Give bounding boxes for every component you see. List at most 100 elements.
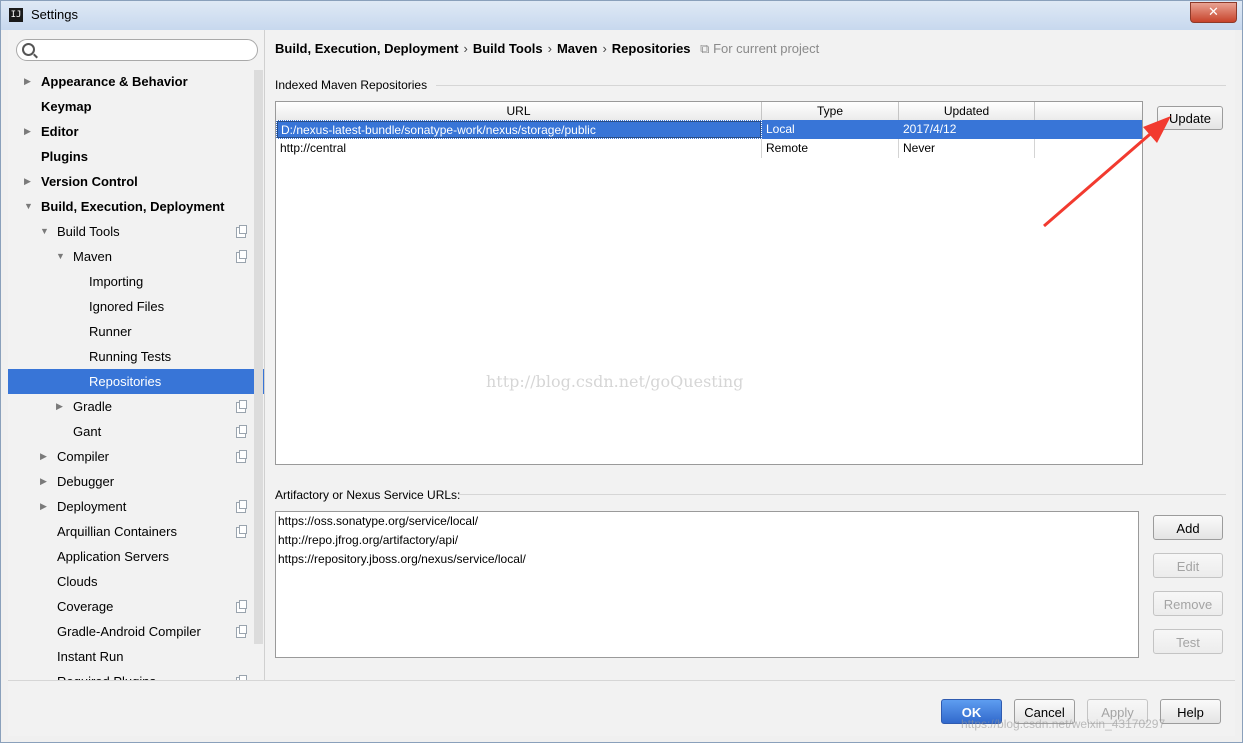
expand-right-icon[interactable]: ▶ [24, 169, 31, 194]
table-row[interactable]: D:/nexus-latest-bundle/sonatype-work/nex… [276, 120, 1142, 139]
sidebar-item-label: Keymap [41, 99, 92, 114]
sidebar-item-keymap[interactable]: Keymap [8, 94, 264, 119]
project-settings-icon [236, 425, 247, 438]
sidebar-item-maven[interactable]: ▼ Maven [8, 244, 264, 269]
sidebar-item-running-tests[interactable]: Running Tests [8, 344, 264, 369]
list-item[interactable]: https://oss.sonatype.org/service/local/ [278, 512, 478, 531]
remove-url-button[interactable]: Remove [1153, 591, 1223, 616]
sidebar-item-ignored-files[interactable]: Ignored Files [8, 294, 264, 319]
column-header-url[interactable]: URL [276, 102, 762, 120]
expand-right-icon[interactable]: ▶ [24, 119, 31, 144]
project-settings-icon [236, 225, 247, 238]
sidebar-item-compiler[interactable]: ▶ Compiler [8, 444, 264, 469]
title-bar[interactable]: IJ Settings ✕ [1, 1, 1242, 30]
breadcrumb: Build, Execution, Deployment › Build Tools… [275, 41, 819, 57]
service-urls-list[interactable]: https://oss.sonatype.org/service/local/ … [275, 511, 1139, 658]
project-settings-icon [236, 450, 247, 463]
sidebar-item-label: Maven [73, 249, 113, 264]
sidebar-item-label: Runner [89, 324, 132, 339]
cell-url: http://central [276, 139, 762, 158]
add-url-button[interactable]: Add [1153, 515, 1223, 540]
intellij-app-icon: IJ [9, 8, 23, 22]
sidebar-item-debugger[interactable]: ▶ Debugger [8, 469, 264, 494]
settings-window: IJ Settings ✕ ▶ Appearance & Behavior Keym… [0, 0, 1243, 743]
sidebar-item-version-control[interactable]: ▶ Version Control [8, 169, 264, 194]
expand-down-icon[interactable]: ▼ [24, 194, 33, 219]
window-title: Settings [31, 7, 78, 22]
list-item[interactable]: https://repository.jboss.org/nexus/servi… [278, 550, 526, 569]
sidebar-item-label: Instant Run [57, 649, 124, 664]
expand-right-icon[interactable]: ▶ [40, 494, 47, 519]
sidebar-item-label: Build, Execution, Deployment [41, 199, 225, 214]
column-header-extra [1035, 102, 1142, 120]
sidebar-item-plugins[interactable]: Plugins [8, 144, 264, 169]
sidebar-item-application-servers[interactable]: Application Servers [8, 544, 264, 569]
project-settings-icon [236, 400, 247, 413]
sidebar-item-gradle[interactable]: ▶ Gradle [8, 394, 264, 419]
indexed-repos-divider [436, 85, 1226, 86]
sidebar-item-arquillian-containers[interactable]: Arquillian Containers [8, 519, 264, 544]
cell-updated: 2017/4/12 [903, 122, 957, 136]
expand-right-icon[interactable]: ▶ [40, 469, 47, 494]
sidebar-item-repositories[interactable]: Repositories [8, 369, 264, 394]
close-window-button[interactable]: ✕ [1190, 2, 1237, 23]
update-button[interactable]: Update [1157, 106, 1223, 130]
sidebar-item-required-plugins[interactable]: Required Plugins [8, 669, 264, 680]
breadcrumb-item-repositories: Repositories [611, 41, 691, 56]
list-item[interactable]: http://repo.jfrog.org/artifactory/api/ [278, 531, 458, 550]
sidebar-item-deployment[interactable]: ▶ Deployment [8, 494, 264, 519]
sidebar-item-label: Clouds [57, 574, 98, 589]
settings-search-input[interactable] [16, 39, 258, 61]
sidebar-item-clouds[interactable]: Clouds [8, 569, 264, 594]
sidebar-item-gant[interactable]: Gant [8, 419, 264, 444]
project-settings-icon [236, 500, 247, 513]
sidebar-item-label: Coverage [57, 599, 114, 614]
sidebar-item-label: Gradle [73, 399, 113, 414]
project-scope-icon: ⧉ [700, 41, 714, 56]
sidebar-item-label: Importing [89, 274, 144, 289]
sidebar-item-instant-run[interactable]: Instant Run [8, 644, 264, 669]
expand-right-icon[interactable]: ▶ [56, 394, 63, 419]
sidebar-item-label: Ignored Files [89, 299, 165, 314]
cell-type: Remote [762, 139, 899, 158]
sidebar-item-label: Deployment [57, 499, 127, 514]
expand-right-icon[interactable]: ▶ [40, 444, 47, 469]
sidebar-item-label: Application Servers [57, 549, 169, 564]
test-url-button[interactable]: Test [1153, 629, 1223, 654]
sidebar-item-build-execution-deployment[interactable]: ▼ Build, Execution, Deployment [8, 194, 264, 219]
help-button[interactable]: Help [1160, 699, 1221, 724]
sidebar-item-label: Editor [41, 124, 79, 139]
cell-type: Local [766, 122, 795, 136]
project-settings-icon [236, 625, 247, 638]
breadcrumb-item-maven: Maven [556, 41, 598, 56]
cell-updated: Never [899, 139, 1035, 158]
sidebar-scrollbar[interactable] [254, 70, 263, 644]
cell-url: D:/nexus-latest-bundle/sonatype-work/nex… [276, 120, 762, 139]
sidebar-item-label: Build Tools [57, 224, 120, 239]
breadcrumb-item-build-execution-deployment: Build, Execution, Deployment [275, 41, 459, 56]
sidebar-item-label: Compiler [57, 449, 110, 464]
expand-down-icon[interactable]: ▼ [56, 244, 65, 269]
repositories-panel: Build, Execution, Deployment › Build Tools… [266, 30, 1235, 680]
project-scope-label: For current project [713, 41, 820, 56]
edit-url-button[interactable]: Edit [1153, 553, 1223, 578]
sidebar-item-label: Gant [73, 424, 102, 439]
expand-down-icon[interactable]: ▼ [40, 219, 49, 244]
table-row[interactable]: http://central Remote Never [276, 139, 1142, 158]
sidebar-item-coverage[interactable]: Coverage [8, 594, 264, 619]
sidebar-item-runner[interactable]: Runner [8, 319, 264, 344]
breadcrumb-separator: › [463, 41, 468, 56]
project-settings-icon [236, 525, 247, 538]
expand-right-icon[interactable]: ▶ [24, 69, 31, 94]
column-header-updated[interactable]: Updated [899, 102, 1035, 120]
sidebar-item-importing[interactable]: Importing [8, 269, 264, 294]
sidebar-item-build-tools[interactable]: ▼ Build Tools [8, 219, 264, 244]
sidebar-item-editor[interactable]: ▶ Editor [8, 119, 264, 144]
breadcrumb-item-build-tools: Build Tools [472, 41, 543, 56]
column-header-type[interactable]: Type [762, 102, 899, 120]
sidebar-item-label: Gradle-Android Compiler [57, 624, 201, 639]
sidebar-item-appearance-behavior[interactable]: ▶ Appearance & Behavior [8, 69, 264, 94]
indexed-repos-table[interactable]: URL Type Updated D:/nexus-latest-bundle/… [275, 101, 1143, 465]
sidebar-item-label: Running Tests [89, 349, 172, 364]
sidebar-item-gradle-android-compiler[interactable]: Gradle-Android Compiler [8, 619, 264, 644]
